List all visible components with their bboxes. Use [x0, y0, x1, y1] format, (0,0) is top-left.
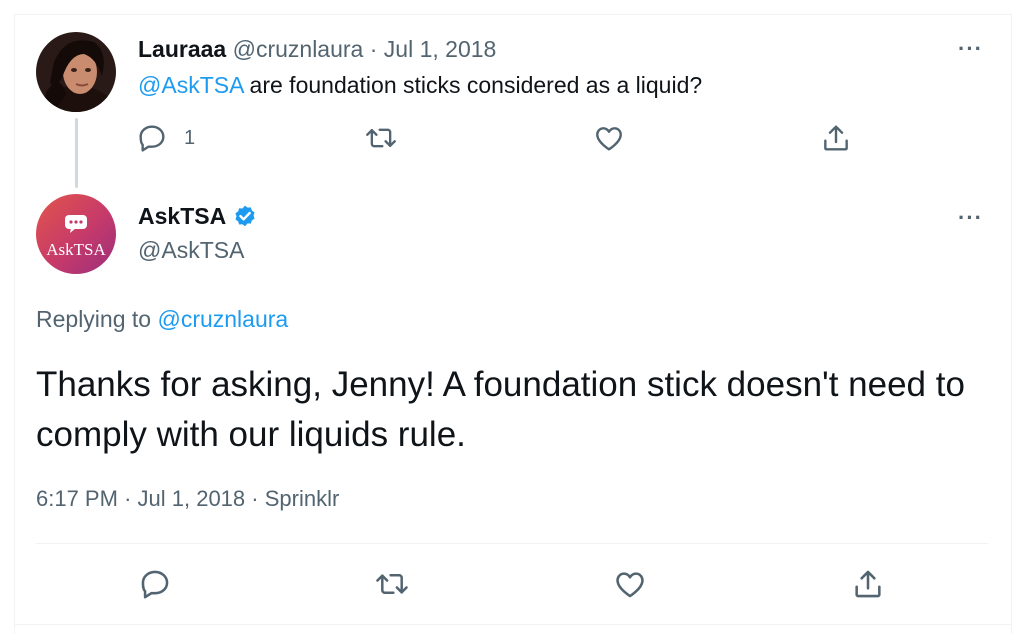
tweet-metadata: 6:17 PM · Jul 1, 2018 · Sprinklr — [36, 486, 339, 512]
share-icon — [820, 122, 852, 154]
main-like-button[interactable] — [613, 568, 647, 600]
main-tweet-text: Thanks for asking, Jenny! A foundation s… — [36, 365, 965, 454]
reply-icon — [138, 567, 172, 601]
reply-count: 1 — [184, 126, 196, 149]
like-icon — [593, 122, 625, 154]
more-dots-icon[interactable]: ··· — [958, 38, 983, 60]
main-display-name-row[interactable]: AskTSA — [138, 203, 258, 230]
share-icon — [851, 567, 885, 601]
parent-display-name[interactable]: Lauraaa — [138, 36, 226, 62]
parent-handle[interactable]: @cruznlaura — [233, 36, 364, 62]
retweet-icon — [374, 567, 410, 601]
replying-prefix: Replying to — [36, 306, 158, 332]
thread-connector-line — [75, 118, 78, 188]
tweet-time[interactable]: 6:17 PM — [36, 486, 118, 511]
meta-separator: · — [124, 486, 132, 511]
avatar-logo-text: AskTSA — [46, 240, 106, 259]
meta-separator: · — [251, 486, 259, 511]
more-dots-icon[interactable]: ··· — [958, 207, 983, 229]
chat-bubble-icon — [65, 215, 87, 233]
parent-date[interactable]: Jul 1, 2018 — [384, 36, 497, 62]
like-icon — [613, 567, 647, 601]
main-retweet-button[interactable] — [374, 568, 410, 600]
main-handle[interactable]: @AskTSA — [138, 237, 244, 264]
action-divider — [36, 543, 988, 544]
parent-retweet-button[interactable] — [364, 122, 398, 154]
avatar-cruznlaura[interactable] — [36, 32, 116, 112]
mention-link[interactable]: @AskTSA — [138, 72, 243, 98]
parent-share-button[interactable] — [820, 122, 852, 154]
header-separator: · — [369, 36, 378, 62]
tweet-date[interactable]: Jul 1, 2018 — [138, 486, 246, 511]
panel-bottom-border — [14, 624, 1012, 625]
replying-to: Replying to @cruznlaura — [36, 306, 288, 333]
parent-reply-button[interactable]: 1 — [136, 122, 195, 154]
parent-tweet-text: @AskTSA are foundation sticks considered… — [138, 72, 702, 99]
main-share-button[interactable] — [851, 568, 885, 600]
verified-badge-icon — [235, 205, 255, 226]
replying-handle-link[interactable]: @cruznlaura — [157, 306, 288, 332]
reply-icon — [136, 122, 168, 154]
retweet-icon — [364, 122, 398, 154]
parent-tweet-header: Lauraaa @cruznlaura · Jul 1, 2018 — [138, 36, 496, 63]
tweet-source[interactable]: Sprinklr — [265, 486, 340, 511]
main-reply-button[interactable] — [138, 568, 172, 600]
main-display-name[interactable]: AskTSA — [138, 203, 226, 230]
parent-tweet-body: are foundation sticks considered as a li… — [243, 72, 703, 98]
avatar-asktsa[interactable]: AskTSA — [36, 194, 116, 274]
parent-like-button[interactable] — [593, 122, 625, 154]
